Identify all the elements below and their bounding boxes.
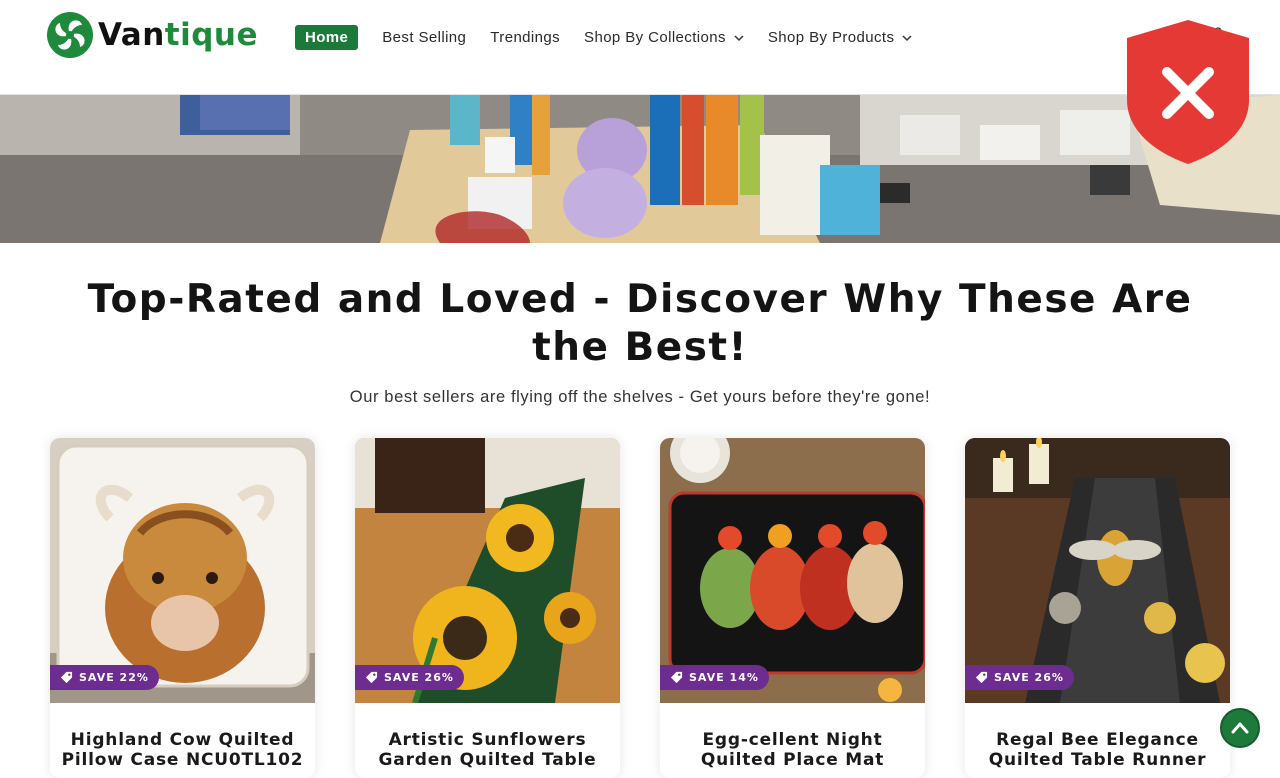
tag-icon (975, 671, 988, 684)
product-card[interactable]: SAVE 26% Artistic Sunflowers Garden Quil… (355, 438, 620, 778)
product-card[interactable]: SAVE 26% Regal Bee Elegance Quilted Tabl… (965, 438, 1230, 778)
site-header: Vantique Home Best Selling Trendings Sho… (0, 0, 1280, 95)
product-title[interactable]: Egg-cellent Night Quilted Place Mat (670, 730, 915, 770)
nav-shop-by-products[interactable]: Shop By Products (768, 25, 912, 50)
pinwheel-logo-icon (47, 12, 93, 58)
nav-shop-by-collections[interactable]: Shop By Collections (584, 25, 744, 50)
product-image[interactable]: SAVE 22% (50, 438, 315, 703)
discount-badge: SAVE 26% (355, 665, 464, 690)
discount-badge: SAVE 26% (965, 665, 1074, 690)
product-title[interactable]: Artistic Sunflowers Garden Quilted Table (365, 730, 610, 770)
sewing-room-illustration (0, 95, 1280, 243)
bee-table-runner-image (965, 438, 1230, 703)
product-card[interactable]: SAVE 14% Egg-cellent Night Quilted Place… (660, 438, 925, 778)
discount-badge: SAVE 14% (660, 665, 769, 690)
scroll-to-top-button[interactable] (1220, 708, 1260, 748)
discount-badge: SAVE 22% (50, 665, 159, 690)
nav-home[interactable]: Home (295, 25, 359, 50)
rooster-place-mat-image (660, 438, 925, 703)
sunflower-table-runner-image (355, 438, 620, 703)
main-nav: Home Best Selling Trendings Shop By Coll… (295, 25, 936, 50)
section-title: Top-Rated and Loved - Discover Why These… (87, 277, 1193, 370)
product-title[interactable]: Regal Bee Elegance Quilted Table Runner (975, 730, 1220, 770)
shield-x-icon[interactable] (1127, 20, 1249, 164)
brand-name: Vantique (98, 17, 259, 53)
chevron-down-icon (902, 34, 912, 41)
product-image[interactable]: SAVE 14% (660, 438, 925, 703)
product-image[interactable]: SAVE 26% (965, 438, 1230, 703)
nav-best-selling[interactable]: Best Selling (382, 25, 466, 50)
brand-logo[interactable]: Vantique (46, 11, 258, 59)
product-title[interactable]: Highland Cow Quilted Pillow Case NCU0TL1… (60, 730, 305, 770)
hero-banner-image (0, 95, 1280, 243)
section-subtitle: Our best sellers are flying off the shel… (349, 388, 931, 406)
nav-trendings[interactable]: Trendings (490, 25, 560, 50)
tag-icon (365, 671, 378, 684)
highland-cow-pillow-image (50, 438, 315, 703)
tag-icon (670, 671, 683, 684)
product-image[interactable]: SAVE 26% (355, 438, 620, 703)
chevron-up-icon (1231, 722, 1249, 734)
tag-icon (60, 671, 73, 684)
chevron-down-icon (734, 34, 744, 41)
product-card[interactable]: SAVE 22% Highland Cow Quilted Pillow Cas… (50, 438, 315, 778)
